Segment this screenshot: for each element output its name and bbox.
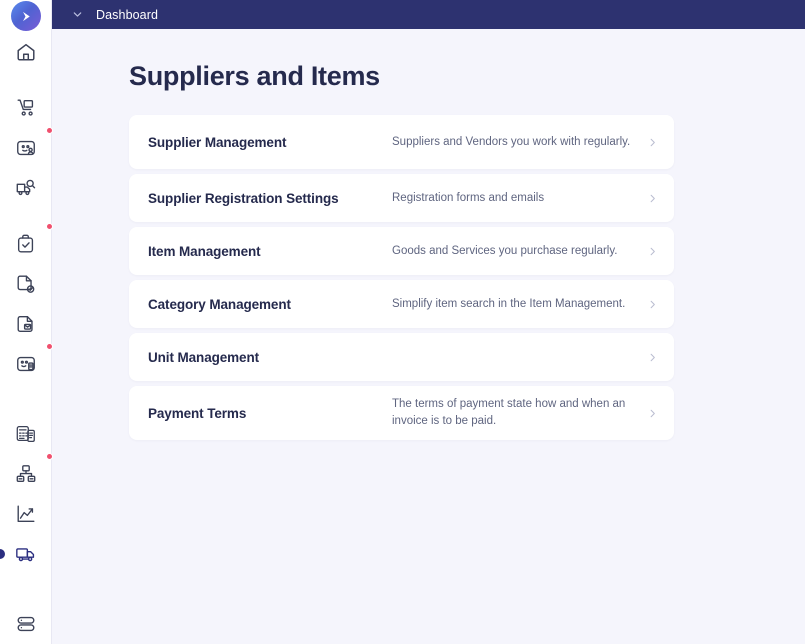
card-title: Unit Management xyxy=(148,349,260,365)
sidebar-item-master-data[interactable] xyxy=(0,604,51,644)
home-icon xyxy=(15,41,37,63)
card-unit-management[interactable]: Unit Management xyxy=(129,333,674,381)
notification-badge xyxy=(46,127,53,134)
card-description: The terms of payment state how and when … xyxy=(392,398,626,427)
truck-search-icon xyxy=(15,177,37,199)
card-title: Payment Terms xyxy=(148,405,247,421)
calculator-invoice-icon xyxy=(15,423,37,445)
chevron-right-icon[interactable] xyxy=(645,244,659,258)
sidebar-nav xyxy=(0,32,53,644)
sidebar-item-approvals[interactable] xyxy=(0,223,53,264)
line-chart-icon xyxy=(15,503,37,525)
main-region: Dashboard Suppliers and Items Supplier M… xyxy=(52,0,805,644)
sidebar xyxy=(0,0,53,644)
supplier-card-icon xyxy=(15,137,37,159)
notification-badge xyxy=(46,343,53,350)
active-indicator xyxy=(0,549,5,559)
document-box-icon xyxy=(15,313,37,335)
card-title: Category Management xyxy=(148,296,291,312)
chevron-down-icon[interactable] xyxy=(72,9,83,20)
page-content: Suppliers and Items Supplier Management … xyxy=(52,61,805,440)
server-stack-icon xyxy=(15,613,37,635)
card-title: Item Management xyxy=(148,243,261,259)
topbar-title: Dashboard xyxy=(96,7,159,22)
sidebar-item-organization[interactable] xyxy=(0,453,53,494)
chevron-right-icon[interactable] xyxy=(645,191,659,205)
app-logo[interactable] xyxy=(0,0,51,32)
chevron-right-icon[interactable] xyxy=(645,406,659,420)
clipboard-check-icon xyxy=(15,233,37,255)
app-root: Dashboard Suppliers and Items Supplier M… xyxy=(0,0,805,644)
chevron-right-icon[interactable] xyxy=(645,297,659,311)
card-description: Suppliers and Vendors you work with regu… xyxy=(392,135,631,148)
card-category-management[interactable]: Category Management Simplify item search… xyxy=(129,280,674,328)
notification-badge xyxy=(46,223,53,230)
card-payment-terms[interactable]: Payment Terms The terms of payment state… xyxy=(129,386,674,440)
card-title: Supplier Management xyxy=(148,134,287,150)
card-description: Registration forms and emails xyxy=(392,191,545,204)
sidebar-item-analytics[interactable] xyxy=(0,494,51,534)
sidebar-item-orders[interactable] xyxy=(0,304,51,344)
card-title: Supplier Registration Settings xyxy=(148,190,339,206)
topbar: Dashboard xyxy=(52,0,805,29)
hand-truck-icon xyxy=(15,97,37,119)
card-description: Simplify item search in the Item Managem… xyxy=(392,297,626,310)
sitemap-icon xyxy=(15,463,37,485)
notification-badge xyxy=(46,453,53,460)
card-item-management[interactable]: Item Management Goods and Services you p… xyxy=(129,227,674,275)
sidebar-item-sourcing[interactable] xyxy=(0,168,51,208)
play-circle-logo-icon xyxy=(10,1,41,31)
page-title: Suppliers and Items xyxy=(129,61,380,91)
chevron-right-icon[interactable] xyxy=(645,135,659,149)
card-supplier-registration-settings[interactable]: Supplier Registration Settings Registrat… xyxy=(129,174,674,222)
sidebar-item-invoices-cards[interactable] xyxy=(0,343,53,384)
delivery-truck-icon xyxy=(15,543,37,565)
sidebar-item-accounting[interactable] xyxy=(0,414,51,454)
sidebar-item-suppliers[interactable] xyxy=(0,127,53,168)
card-supplier-management[interactable]: Supplier Management Suppliers and Vendor… xyxy=(129,115,674,169)
sidebar-item-home[interactable] xyxy=(0,32,51,72)
sidebar-item-logistics[interactable] xyxy=(0,534,51,574)
settings-card-list: Supplier Management Suppliers and Vendor… xyxy=(129,115,674,440)
card-description: Goods and Services you purchase regularl… xyxy=(392,244,618,257)
sidebar-item-purchase-requisition[interactable] xyxy=(0,88,51,128)
chevron-right-icon[interactable] xyxy=(645,350,659,364)
sidebar-item-contracts[interactable] xyxy=(0,264,51,304)
document-check-icon xyxy=(15,273,37,295)
invoice-card-icon xyxy=(15,353,37,375)
